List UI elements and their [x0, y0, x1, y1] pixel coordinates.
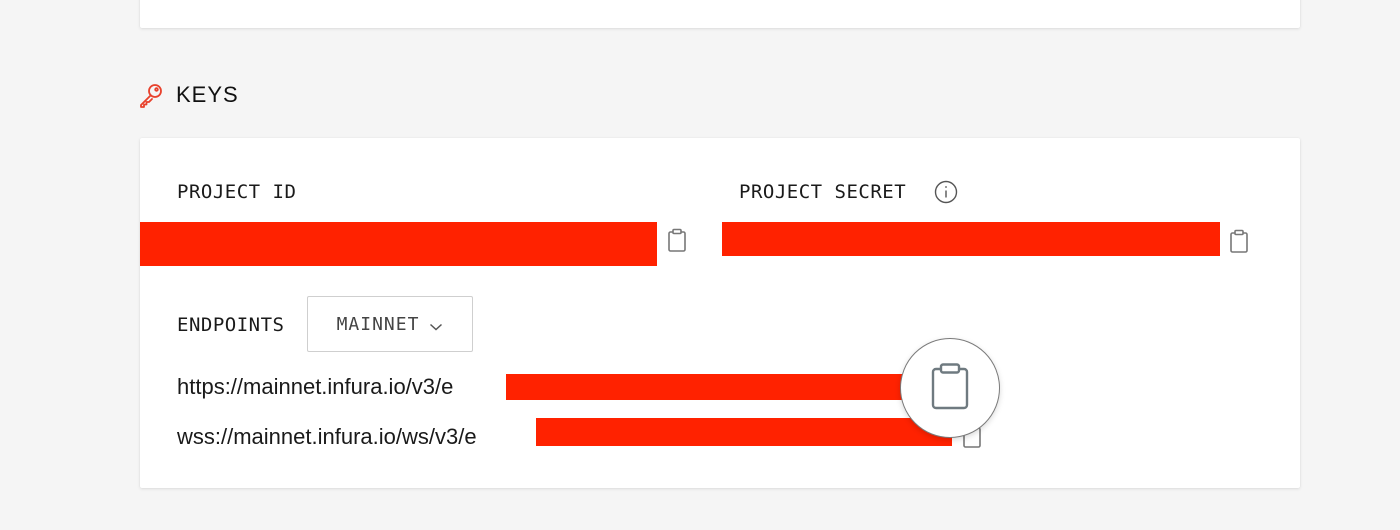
endpoints-label: ENDPOINTS [177, 314, 285, 336]
copy-https-endpoint-button[interactable] [900, 338, 1000, 438]
info-icon[interactable] [934, 180, 958, 204]
project-id-value-redacted [140, 222, 657, 266]
wss-endpoint-redacted [536, 418, 952, 446]
clipboard-icon [930, 362, 970, 415]
keys-section-header: KEYS [138, 80, 239, 110]
network-select-value: MAINNET [336, 313, 420, 335]
https-endpoint-url: https://mainnet.infura.io/v3/e [177, 374, 454, 399]
copy-project-id-icon[interactable] [667, 228, 687, 252]
previous-section-card [140, 0, 1300, 28]
section-title: KEYS [176, 82, 239, 107]
network-select[interactable]: MAINNET [307, 296, 473, 352]
key-icon [138, 82, 164, 108]
chevron-down-icon [429, 319, 443, 331]
project-id-label: PROJECT ID [177, 181, 297, 203]
project-secret-value-redacted [722, 222, 1220, 256]
project-secret-label: PROJECT SECRET [739, 181, 907, 203]
wss-endpoint-url: wss://mainnet.infura.io/ws/v3/e [177, 424, 477, 449]
https-endpoint-redacted [506, 374, 906, 400]
copy-project-secret-icon[interactable] [1229, 229, 1249, 253]
